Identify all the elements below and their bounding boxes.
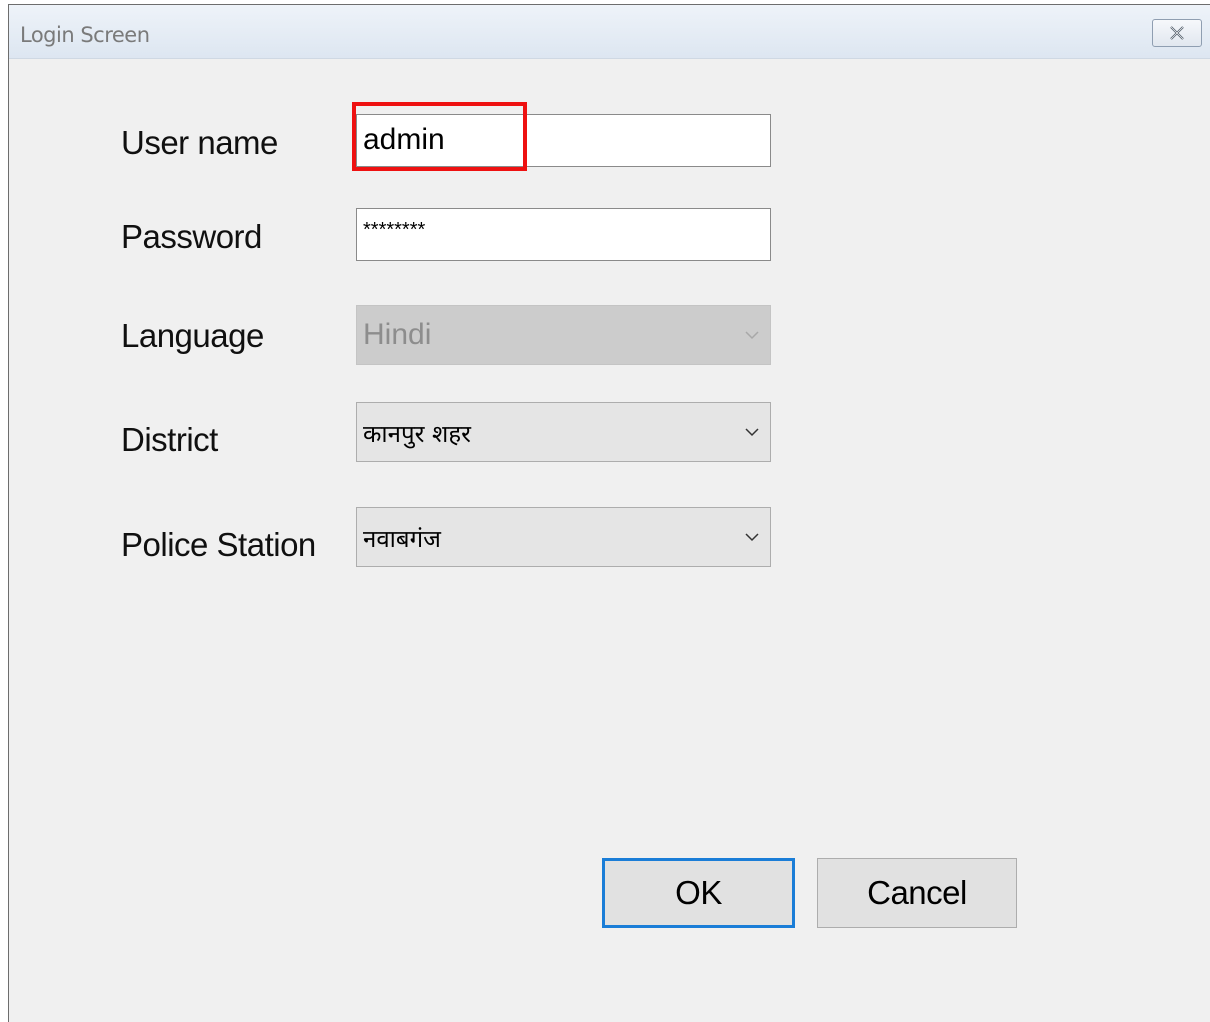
district-select[interactable]: कानपुर शहर [356,402,771,462]
close-button[interactable] [1152,19,1202,47]
close-icon [1170,26,1184,40]
police-station-select[interactable]: नवाबगंज [356,507,771,567]
police-station-label: Police Station [121,526,316,563]
window-title: Login Screen [20,23,150,47]
language-label: Language [121,317,264,354]
chevron-down-icon [745,331,759,340]
chevron-down-icon [745,428,759,437]
language-select: Hindi [356,305,771,365]
username-input[interactable]: admin [356,114,771,167]
district-value: कानपुर शहर [363,420,471,448]
chevron-down-icon [745,533,759,542]
password-input[interactable]: ******** [356,208,771,261]
district-label: District [121,421,218,458]
language-value: Hindi [363,318,432,351]
cancel-button[interactable]: Cancel [817,858,1017,928]
police-station-value: नवाबगंज [363,525,441,553]
title-bar: Login Screen [9,5,1210,59]
login-window: Login Screen User name admin Password **… [8,4,1210,1022]
password-label: Password [121,218,262,255]
username-label: User name [121,124,278,161]
ok-button[interactable]: OK [602,858,795,928]
